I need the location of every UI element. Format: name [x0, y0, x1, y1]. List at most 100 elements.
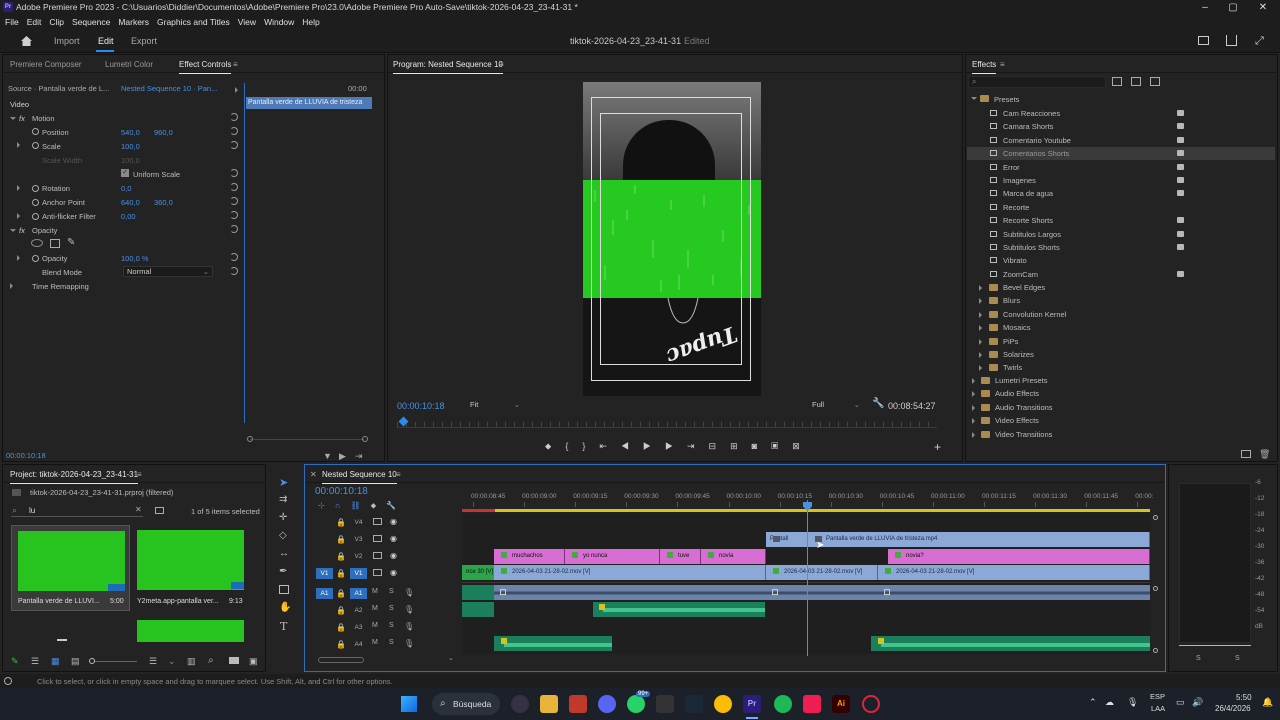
eye-icon[interactable]: ◉: [390, 517, 397, 526]
v1-clip-3[interactable]: 2026-04-03 21-28-02.mov [V]: [878, 565, 1150, 580]
illustrator-icon[interactable]: Ai: [832, 695, 850, 713]
clock-time[interactable]: 5:50: [1236, 693, 1252, 702]
add-marker-icon[interactable]: ⬥: [371, 501, 387, 510]
extract-icon[interactable]: ⊞: [730, 441, 752, 451]
eye-icon[interactable]: ◉: [390, 568, 397, 577]
tiktok-icon[interactable]: [803, 695, 821, 713]
step-back-icon[interactable]: ◀: [621, 441, 643, 451]
video-track-label[interactable]: V3: [350, 534, 367, 545]
effects-search-input[interactable]: ⌕: [968, 76, 1106, 88]
lock-track-icon[interactable]: 🔒: [336, 606, 346, 615]
audio-track-label[interactable]: A2: [350, 605, 367, 616]
workspace-icon[interactable]: [1198, 36, 1209, 45]
sort-icon[interactable]: ☰: [149, 656, 157, 667]
menu-markers[interactable]: Markers: [118, 17, 149, 27]
audio-track-label[interactable]: A4: [350, 639, 367, 650]
epic-games-icon[interactable]: [656, 695, 674, 713]
mic-record-icon[interactable]: 🎙: [404, 588, 414, 597]
preset-row[interactable]: Camara Shorts: [967, 120, 1275, 133]
program-scrubber[interactable]: [397, 422, 937, 428]
marker-icon[interactable]: ⬥: [545, 441, 565, 451]
freeform-view-icon[interactable]: ▤: [71, 656, 80, 667]
go-to-in-icon[interactable]: ⇤: [599, 441, 621, 451]
lock-track-icon[interactable]: 🔒: [336, 640, 346, 649]
mute-button[interactable]: M: [372, 622, 378, 629]
scale-stopwatch-icon[interactable]: [32, 142, 39, 149]
menu-file[interactable]: File: [5, 17, 19, 27]
solo-right-button[interactable]: S: [1235, 655, 1240, 662]
taskbar-search[interactable]: ⌕ Búsqueda: [432, 693, 500, 715]
timeline-settings-icon[interactable]: 🔧: [386, 501, 406, 510]
a1-clip[interactable]: [494, 585, 1150, 600]
new-bin-folder-icon[interactable]: [229, 657, 239, 664]
motion-collapse-icon[interactable]: [10, 117, 16, 120]
reset-opacity-group-icon[interactable]: [230, 225, 238, 233]
clock-date[interactable]: 26/4/2026: [1215, 704, 1251, 713]
mute-button[interactable]: M: [372, 605, 378, 612]
timeline-timecode[interactable]: 00:00:10:18: [315, 485, 368, 499]
reset-uniform-icon[interactable]: [230, 169, 238, 177]
a2-clip-nested[interactable]: [462, 602, 494, 617]
step-forward-icon[interactable]: ▶: [665, 441, 687, 451]
mic-record-icon[interactable]: 🎙: [404, 605, 414, 614]
preset-row[interactable]: Recorte Shorts: [967, 214, 1275, 227]
tab-effects[interactable]: Effects: [972, 60, 997, 74]
preset-folder-row[interactable]: Solarizes: [967, 348, 1267, 361]
go-to-out-icon[interactable]: ⇥: [687, 441, 709, 451]
minimize-button[interactable]: –: [1190, 1, 1220, 14]
region-code[interactable]: LAA: [1151, 704, 1165, 713]
lock-track-icon[interactable]: 🔒: [336, 535, 346, 544]
menu-edit[interactable]: Edit: [27, 17, 42, 27]
program-title[interactable]: Program: Nested Sequence 10: [393, 60, 503, 74]
onedrive-icon[interactable]: ☁: [1105, 697, 1114, 708]
selection-tool-icon[interactable]: ➤: [279, 476, 288, 489]
effect-category-row[interactable]: Video Transitions: [967, 428, 1267, 441]
tab-menu-icon[interactable]: ≡: [233, 60, 238, 69]
preset-row[interactable]: Comentario Youtube: [967, 134, 1275, 147]
share-icon[interactable]: [1226, 35, 1237, 46]
v1-clip-1[interactable]: 2026-04-03 21-28-02.mov [V]: [494, 565, 766, 580]
discord-icon[interactable]: [598, 695, 616, 713]
program-menu-icon[interactable]: ≡: [499, 60, 504, 69]
eye-icon[interactable]: ◉: [390, 534, 397, 543]
menu-view[interactable]: View: [238, 17, 256, 27]
mark-in-icon[interactable]: {: [565, 441, 582, 451]
audio-track-label[interactable]: A1: [350, 588, 367, 599]
reset-position-icon[interactable]: [230, 127, 238, 135]
a1-source-patch[interactable]: A1: [316, 588, 333, 599]
position-stopwatch-icon[interactable]: [32, 128, 39, 135]
opera-icon[interactable]: [862, 695, 880, 713]
wrench-icon[interactable]: 🔧: [872, 398, 884, 409]
filter-icon[interactable]: ▼: [323, 451, 332, 461]
v2-clip-yo-nunca[interactable]: yo nunca: [565, 549, 660, 564]
razor-tool-icon[interactable]: ◇: [279, 530, 287, 541]
app-red-icon[interactable]: [569, 695, 587, 713]
v1-source-patch[interactable]: V1: [316, 568, 333, 579]
fullscreen-icon[interactable]: ⤢: [1255, 35, 1264, 48]
ec-zoom-end-handle[interactable]: [362, 436, 368, 442]
icon-view-icon[interactable]: ▦: [51, 656, 60, 667]
sync-lock-icon[interactable]: [373, 535, 382, 542]
thumbnail-2[interactable]: [137, 530, 244, 590]
presets-label[interactable]: Presets: [994, 93, 1019, 107]
list-view-icon[interactable]: ☰: [31, 656, 39, 667]
clear-search-icon[interactable]: ✕: [135, 505, 142, 514]
preset-folder-row[interactable]: Mosaics: [967, 321, 1267, 334]
nest-icon[interactable]: ⊹: [318, 501, 335, 510]
a2-clip[interactable]: [593, 602, 765, 617]
ec-timecode[interactable]: 00:00:10:18: [6, 451, 46, 465]
anchor-x[interactable]: 640,0: [121, 198, 140, 212]
menu-clip[interactable]: Clip: [49, 17, 64, 27]
new-bin-icon[interactable]: [1241, 450, 1251, 458]
mark-out-icon[interactable]: }: [582, 441, 599, 451]
a4-clip-2[interactable]: [871, 636, 1150, 651]
effect-category-row[interactable]: Audio Transitions: [967, 401, 1267, 414]
taskview-icon[interactable]: [511, 695, 529, 713]
reset-rotation-icon[interactable]: [230, 183, 238, 191]
spotify-icon[interactable]: [774, 695, 792, 713]
presets-collapse-icon[interactable]: [971, 97, 977, 100]
sync-lock-icon[interactable]: [373, 552, 382, 559]
rectangle-tool-icon[interactable]: [279, 585, 289, 594]
fit-select[interactable]: Fit ⌄: [468, 399, 522, 410]
timeline-h-scrollbar[interactable]: [318, 657, 364, 663]
